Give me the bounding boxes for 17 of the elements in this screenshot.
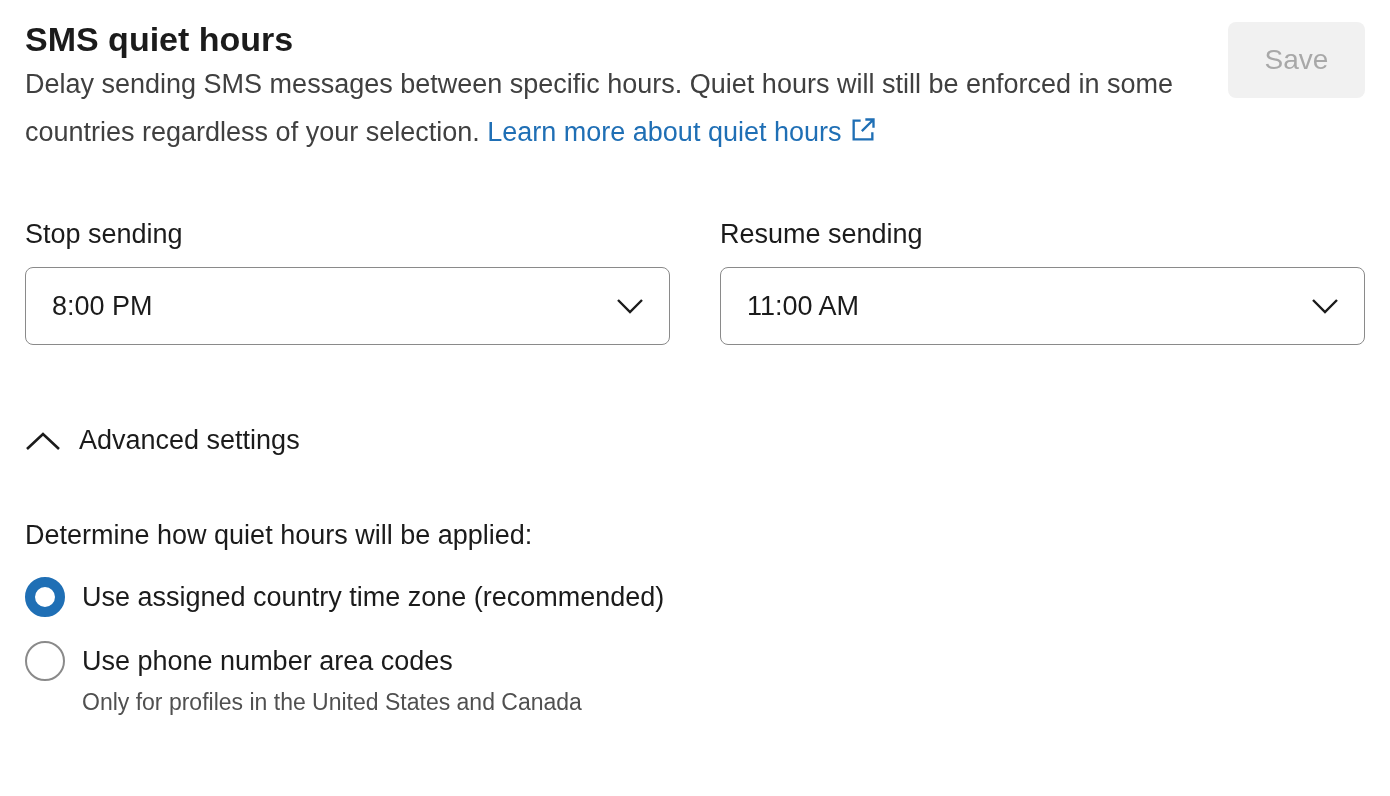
section-title: SMS quiet hours [25,19,294,60]
radio-option[interactable]: Use phone number area codes [25,641,1365,681]
field-label: Resume sending [720,218,924,250]
chevron-down-icon [617,298,643,314]
time-dropdown[interactable]: 8:00 PM [25,267,670,345]
instruction-text: Determine how quiet hours will be applied: [25,520,534,551]
advanced-settings-toggle[interactable]: Advanced settings [25,425,300,456]
radio-button[interactable] [25,641,65,681]
chevron-down-icon [1312,298,1338,314]
time-dropdown[interactable]: 11:00 AM [720,267,1365,345]
option-hint: Only for profiles in the United States and Canada [82,689,583,716]
description: Delay sending SMS messages between specific hours. Quiet hours will still be enforced in some countries regardless of your selection. Learn more about quiet hours [25,68,1175,149]
radio-option[interactable]: Use assigned country time zone (recommended) [25,577,1365,617]
radio-button[interactable] [25,577,65,617]
learn-more-link[interactable]: Learn more about quiet hours [487,117,878,147]
chevron-icon [25,430,61,451]
field-label: Stop sending [25,218,184,250]
